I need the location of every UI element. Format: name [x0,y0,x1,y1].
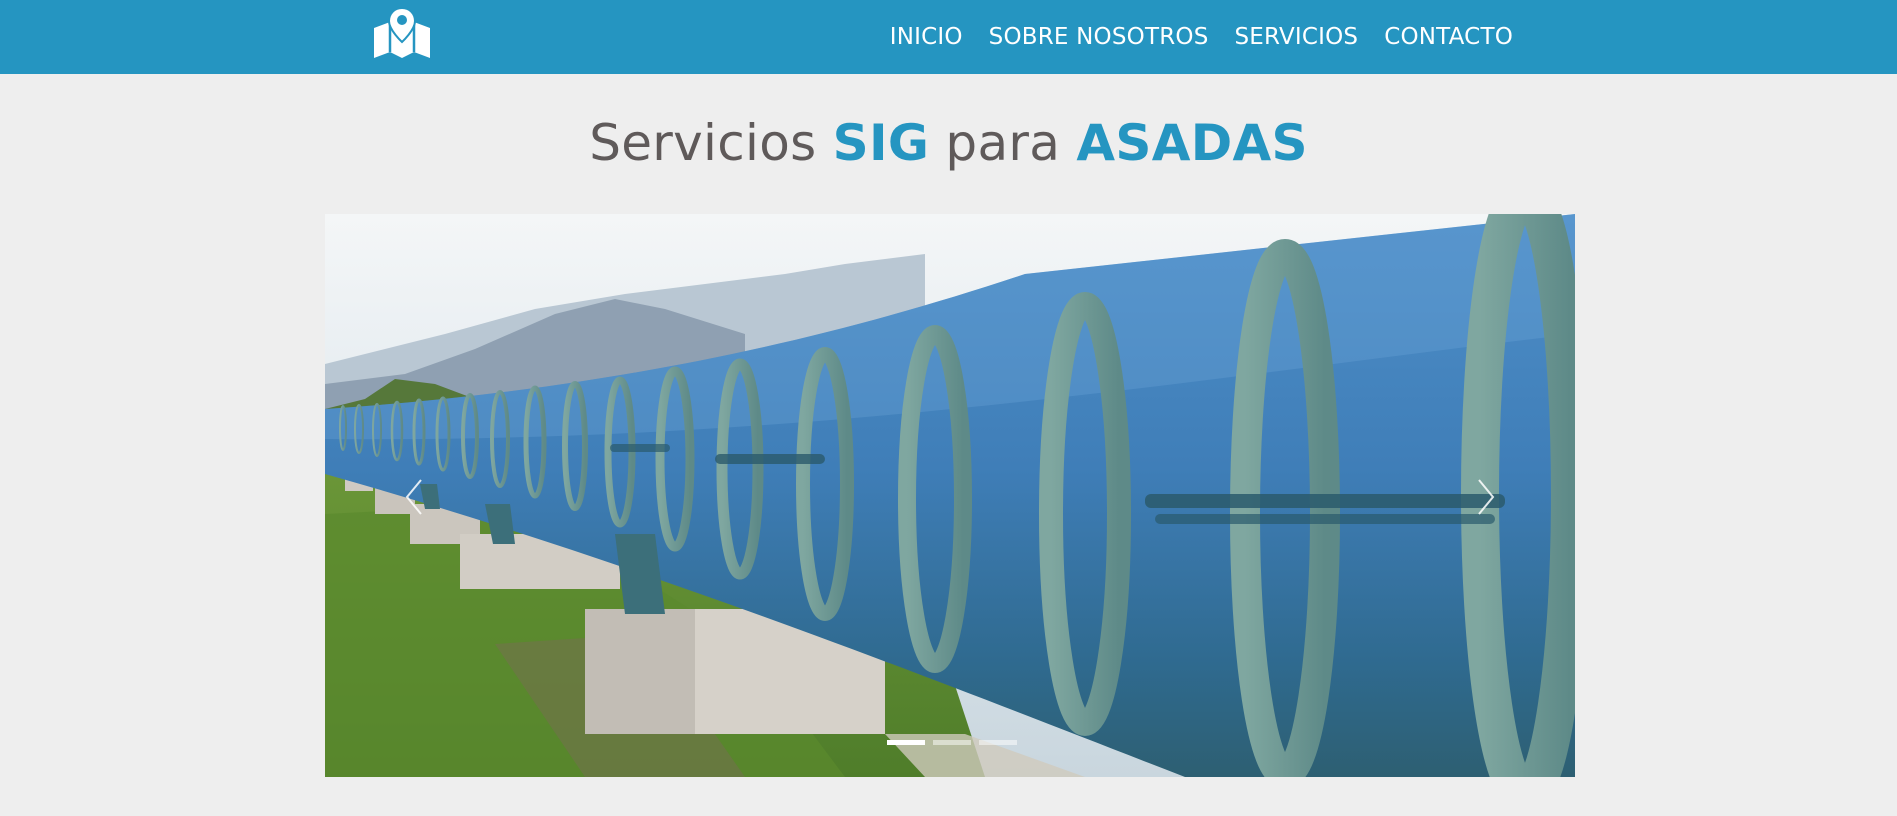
nav-item-inicio[interactable]: INICIO [890,24,963,50]
title-highlight-asadas: ASADAS [1076,114,1308,172]
title-text-1: Servicios [589,114,833,172]
nav-item-sobre-nosotros[interactable]: SOBRE NOSOTROS [989,24,1209,50]
nav-item-servicios[interactable]: SERVICIOS [1235,24,1359,50]
map-pin-icon[interactable] [372,6,432,60]
pipeline-photo [325,214,1575,777]
page-title: Servicios SIG para ASADAS [0,110,1897,176]
carousel-indicator-2[interactable] [933,740,971,745]
carousel-indicators [887,740,1017,745]
image-carousel[interactable] [325,214,1575,777]
nav-item-contacto[interactable]: CONTACTO [1384,24,1513,50]
chevron-left-icon[interactable] [395,472,435,522]
title-highlight-sig: SIG [832,114,930,172]
carousel-indicator-1[interactable] [887,740,925,745]
chevron-right-icon[interactable] [1465,472,1505,522]
carousel-indicator-3[interactable] [979,740,1017,745]
main-nav: INICIO SOBRE NOSOTROS SERVICIOS CONTACTO [890,0,1513,74]
title-text-2: para [929,114,1077,172]
top-navbar: INICIO SOBRE NOSOTROS SERVICIOS CONTACTO [0,0,1897,74]
